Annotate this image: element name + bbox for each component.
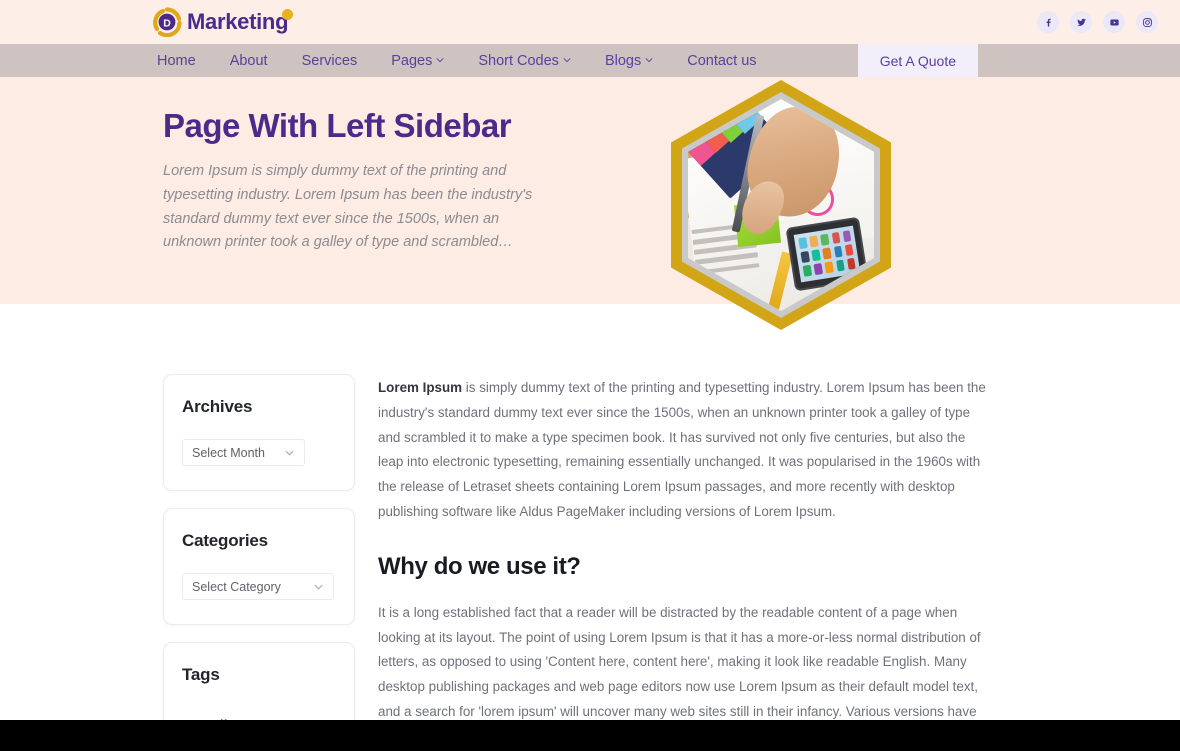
left-sidebar: Archives Select Month Categories Select … <box>163 374 355 751</box>
svg-text:D: D <box>163 17 171 29</box>
nav-item-contact-us[interactable]: Contact us <box>670 44 773 77</box>
site-logo[interactable]: D Marketing <box>152 7 294 38</box>
nav-item-home[interactable]: Home <box>152 44 213 77</box>
nav-item-blogs[interactable]: Blogs <box>588 44 670 77</box>
nav-label: Blogs <box>604 52 642 69</box>
nav-label: Home <box>157 52 196 69</box>
widget-archives: Archives Select Month <box>163 374 355 491</box>
logo-accent-dot-icon <box>282 8 294 20</box>
widget-categories: Categories Select Category <box>163 508 355 625</box>
chevron-down-icon <box>563 56 571 64</box>
article-main: Lorem Ipsum is simply dummy text of the … <box>378 374 990 751</box>
get-a-quote-button[interactable]: Get A Quote <box>857 44 978 77</box>
article-paragraph-1: Lorem Ipsum is simply dummy text of the … <box>378 376 990 525</box>
hero-description: Lorem Ipsum is simply dummy text of the … <box>163 163 533 251</box>
logo-text: Marketing <box>187 9 289 34</box>
paragraph-text: is simply dummy text of the printing and… <box>378 380 986 519</box>
chevron-down-icon <box>645 56 653 64</box>
widget-title: Archives <box>182 397 253 416</box>
main-navigation: Home About Services Pages Short Codes Bl… <box>0 44 1180 77</box>
categories-select[interactable]: Select Category <box>182 573 334 600</box>
logo-mark-icon: D <box>152 7 182 38</box>
bottom-bar <box>0 720 1180 751</box>
select-value: Select Month <box>192 445 265 460</box>
youtube-icon[interactable] <box>1103 11 1125 33</box>
site-header: D Marketing <box>0 0 1180 44</box>
nav-item-pages[interactable]: Pages <box>374 44 461 77</box>
nav-item-short-codes[interactable]: Short Codes <box>461 44 588 77</box>
nav-label: Services <box>301 52 358 69</box>
archives-select[interactable]: Select Month <box>182 439 305 466</box>
nav-label: Short Codes <box>478 52 559 69</box>
heading-why-do-we-use-it: Why do we use it? <box>378 552 581 580</box>
page-root: D Marketing Home About Services Pages Sh… <box>0 0 1180 751</box>
nav-label: About <box>229 52 268 69</box>
nav-label: Pages <box>391 52 433 69</box>
hero-hexagon-image <box>671 80 891 330</box>
facebook-icon[interactable] <box>1037 11 1059 33</box>
widget-title: Categories <box>182 531 268 550</box>
nav-item-about[interactable]: About <box>213 44 285 77</box>
widget-title: Tags <box>182 665 220 684</box>
chevron-down-icon <box>436 56 444 64</box>
select-value: Select Category <box>192 579 281 594</box>
hero-text-block: Page With Left Sidebar Lorem Ipsum is si… <box>163 107 583 255</box>
nav-label: Contact us <box>687 52 757 69</box>
hero-banner: Page With Left Sidebar Lorem Ipsum is si… <box>0 77 1180 330</box>
instagram-icon[interactable] <box>1136 11 1158 33</box>
lead-text: Lorem Ipsum <box>378 380 463 395</box>
chevron-down-icon <box>313 581 324 592</box>
nav-items: Home About Services Pages Short Codes Bl… <box>152 44 774 77</box>
chevron-down-icon <box>284 447 295 458</box>
nav-item-services[interactable]: Services <box>285 44 375 77</box>
social-links <box>1037 11 1158 33</box>
page-title: Page With Left Sidebar <box>163 107 512 144</box>
twitter-icon[interactable] <box>1070 11 1092 33</box>
page-content: Archives Select Month Categories Select … <box>0 304 1180 751</box>
